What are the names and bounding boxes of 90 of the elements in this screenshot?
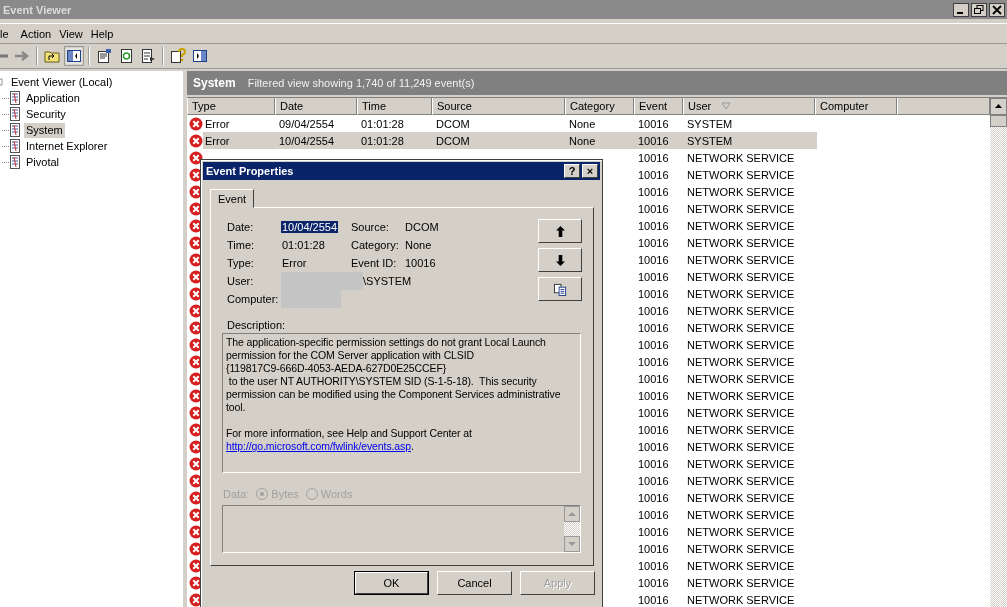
table-cell: NETWORK SERVICE	[687, 440, 795, 453]
table-cell: NETWORK SERVICE	[687, 355, 795, 368]
table-cell: NETWORK SERVICE	[687, 253, 795, 266]
table-cell: NETWORK SERVICE	[687, 491, 795, 504]
table-cell: NETWORK SERVICE	[687, 185, 795, 198]
field-label: Date:	[227, 221, 255, 233]
field-value: None	[404, 239, 433, 251]
table-cell: None	[569, 117, 596, 130]
field-label: Type:	[227, 257, 255, 269]
panel-title: System	[193, 76, 236, 90]
table-cell: 10016	[638, 542, 669, 555]
table-cell: 10016	[638, 559, 669, 572]
field-label: Computer:	[227, 293, 280, 305]
table-cell: SYSTEM	[687, 134, 733, 147]
table-cell: 10016	[638, 236, 669, 249]
table-cell: 10016	[638, 270, 669, 283]
table-cell: 10016	[638, 423, 669, 436]
table-cell: 10016	[638, 185, 669, 198]
table-cell: SYSTEM	[687, 117, 733, 130]
help-text: For more information, see Help and Support Center at http://go.microsoft.com/fwlink/events.asp.	[226, 427, 473, 453]
table-cell: 10016	[638, 508, 669, 521]
description-label: Description:	[227, 319, 287, 331]
table-cell: NETWORK SERVICE	[687, 304, 795, 317]
table-cell: 10016	[638, 338, 669, 351]
table-cell: 01:01:28	[361, 117, 404, 130]
table-cell: 09/04/2554	[279, 117, 335, 130]
table-cell: NETWORK SERVICE	[687, 287, 795, 300]
table-cell: NETWORK SERVICE	[687, 389, 795, 402]
table-cell: 10016	[638, 372, 669, 385]
table-cell: 10016	[638, 219, 669, 232]
table-cell: Error	[205, 134, 230, 147]
field-label: User:	[227, 275, 255, 287]
table-cell: 10016	[638, 134, 669, 147]
table-cell: 10016	[638, 525, 669, 538]
table-cell: NETWORK SERVICE	[687, 593, 795, 606]
field-value: \SYSTEM	[363, 275, 413, 287]
table-cell: Error	[205, 117, 230, 130]
table-cell: 10016	[638, 355, 669, 368]
table-cell: NETWORK SERVICE	[687, 168, 795, 181]
table-cell: 10/04/2554	[279, 134, 335, 147]
table-cell: 10016	[638, 406, 669, 419]
table-cell: 10016	[638, 202, 669, 215]
table-cell: NETWORK SERVICE	[687, 576, 795, 589]
field-value: 01:01:28	[281, 239, 326, 251]
field-label: Time:	[227, 239, 256, 251]
table-cell: NETWORK SERVICE	[687, 270, 795, 283]
table-cell: 01:01:28	[361, 134, 404, 147]
table-cell: NETWORK SERVICE	[687, 236, 795, 249]
table-cell: NETWORK SERVICE	[687, 559, 795, 572]
table-cell: NETWORK SERVICE	[687, 525, 795, 538]
table-cell: DCOM	[436, 134, 470, 147]
field-label: Event ID:	[351, 257, 398, 269]
table-cell: NETWORK SERVICE	[687, 508, 795, 521]
field-label: Category:	[351, 239, 400, 251]
table-cell: 10016	[638, 474, 669, 487]
field-value: 10016	[404, 257, 437, 269]
table-cell: NETWORK SERVICE	[687, 406, 795, 419]
description-text: The application-specific permission settings do not grant Local Launch permission for the COM Server application with CLSID {119817C9-666D-4053-AEDA-627D0E25CCEF} to the user NT AUTHORITY\SYSTEM SID (S-1-5-18). This security permission can be modified using the Component Services administrative tool.	[226, 336, 562, 414]
table-cell: NETWORK SERVICE	[687, 372, 795, 385]
table-cell: 10016	[638, 151, 669, 164]
table-cell: 10016	[638, 576, 669, 589]
dialog-title: Event Properties	[206, 165, 295, 177]
table-cell: 10016	[638, 287, 669, 300]
window-title: Event Viewer	[3, 3, 72, 16]
table-cell: 10016	[638, 457, 669, 470]
table-cell: 10016	[638, 168, 669, 181]
table-cell: 10016	[638, 304, 669, 317]
table-cell: NETWORK SERVICE	[687, 474, 795, 487]
table-cell: NETWORK SERVICE	[687, 151, 795, 164]
table-cell: 10016	[638, 117, 669, 130]
table-cell: 10016	[638, 491, 669, 504]
table-cell: NETWORK SERVICE	[687, 457, 795, 470]
table-cell: NETWORK SERVICE	[687, 202, 795, 215]
table-cell: 10016	[638, 440, 669, 453]
table-cell: NETWORK SERVICE	[687, 219, 795, 232]
table-cell: NETWORK SERVICE	[687, 321, 795, 334]
table-cell: NETWORK SERVICE	[687, 542, 795, 555]
field-value: 10/04/2554	[281, 221, 339, 233]
table-cell: 10016	[638, 253, 669, 266]
panel-subtitle: Filtered view showing 1,740 of 11,249 event(s)	[247, 77, 475, 89]
table-cell: 10016	[638, 593, 669, 606]
table-cell: 10016	[638, 389, 669, 402]
table-cell: NETWORK SERVICE	[687, 423, 795, 436]
table-cell: None	[569, 134, 596, 147]
table-cell: DCOM	[436, 117, 470, 130]
table-cell: 10016	[638, 321, 669, 334]
field-value: DCOM	[404, 221, 440, 233]
field-label: Source:	[351, 221, 390, 233]
field-value: Error	[281, 257, 308, 269]
table-cell: NETWORK SERVICE	[687, 338, 795, 351]
